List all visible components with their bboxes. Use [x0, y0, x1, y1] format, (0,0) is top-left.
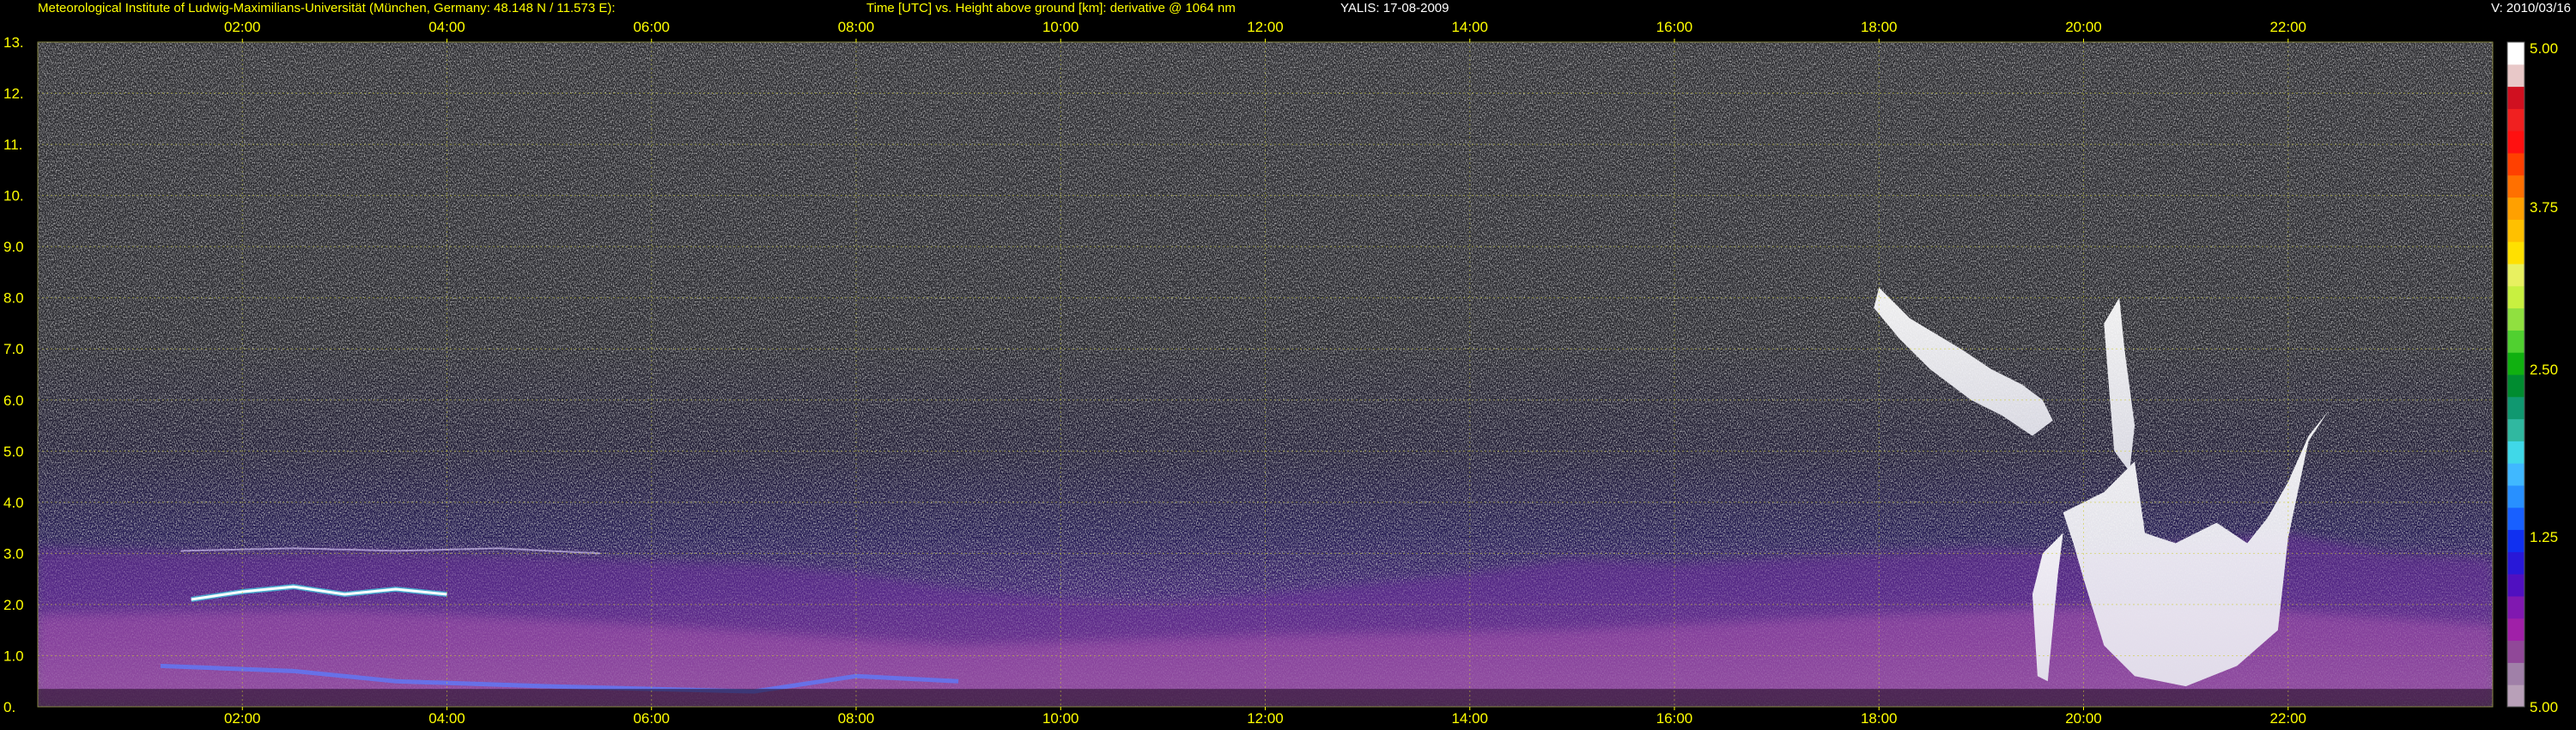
colorbar-segment: [2507, 307, 2524, 331]
colorbar-segment: [2507, 42, 2524, 65]
colorbar-segment: [2507, 108, 2524, 131]
y-tick-label: 5.0: [3, 443, 24, 459]
x-tick-label-top: 10:00: [1042, 19, 1079, 35]
y-tick-label: 10.: [3, 188, 24, 204]
x-tick-label-top: 18:00: [1861, 19, 1898, 35]
x-tick-label-bottom: 06:00: [633, 710, 670, 727]
x-tick-label-bottom: 02:00: [224, 710, 261, 727]
x-axis-bottom: 02:00 04:00 06:00 08:00 10:00 12:00 14:00 16:00…: [224, 707, 2306, 727]
colorbar-segment: [2507, 418, 2524, 441]
x-tick-label-bottom: 04:00: [428, 710, 465, 727]
y-tick-label: 8.0: [3, 290, 24, 307]
x-tick-label-top: 06:00: [633, 19, 670, 35]
colorbar-segment: [2507, 285, 2524, 309]
colorbar-tick-label: 2.50: [2530, 362, 2558, 378]
x-tick-label-top: 22:00: [2269, 19, 2306, 35]
y-tick-label: 4.0: [3, 495, 24, 511]
x-tick-label-top: 14:00: [1451, 19, 1488, 35]
y-axis: 0. 1.0 2.0 3.0 4.0 5.0 6.0 7.0 8.0 9.0 10. 11. 12. 13…: [3, 34, 24, 715]
x-tick-label-bottom: 08:00: [838, 710, 875, 727]
x-tick-label-top: 02:00: [224, 19, 261, 35]
colorbar-segment: [2507, 264, 2524, 287]
x-tick-label-bottom: 10:00: [1042, 710, 1079, 727]
colorbar-segment: [2507, 617, 2524, 642]
colorbar-segment: [2507, 640, 2524, 663]
colorbar-segment: [2507, 174, 2524, 198]
y-tick-label: 0.: [3, 699, 15, 715]
colorbar-segment: [2507, 684, 2524, 708]
y-tick-label: 2.0: [3, 597, 24, 613]
x-tick-label-top: 16:00: [1656, 19, 1693, 35]
x-tick-label-bottom: 14:00: [1451, 710, 1488, 727]
colorbar-segment: [2507, 551, 2524, 575]
x-tick-label-bottom: 22:00: [2269, 710, 2306, 727]
y-tick-label: 9.0: [3, 239, 24, 255]
colorbar-segment: [2507, 86, 2524, 109]
colorbar-segment: [2507, 396, 2524, 420]
y-tick-label: 7.0: [3, 341, 24, 357]
y-tick-label: 6.0: [3, 392, 24, 409]
colorbar-segment: [2507, 463, 2524, 486]
colorbar-tick-label: 5.00: [2530, 699, 2558, 715]
colorbar-segment: [2507, 596, 2524, 619]
colorbar-segment: [2507, 485, 2524, 508]
x-tick-label-top: 12:00: [1247, 19, 1284, 35]
colorbar-tick-label: 1.25: [2530, 529, 2558, 545]
x-tick-label-top: 04:00: [428, 19, 465, 35]
y-tick-label: 1.0: [3, 648, 24, 664]
y-tick-label: 11.: [3, 137, 22, 153]
x-axis-top: 02:00 04:00 06:00 08:00 10:00 12:00 14:00 16:00…: [224, 19, 2306, 42]
colorbar-segment: [2507, 374, 2524, 398]
x-tick-label-bottom: 20:00: [2065, 710, 2102, 727]
y-tick-label: 12.: [3, 86, 24, 102]
y-tick-label: 13.: [3, 34, 24, 51]
x-tick-label-top: 08:00: [838, 19, 875, 35]
colorbar-segment: [2507, 662, 2524, 685]
lidar-heatmap-chart: 02:00 04:00 06:00 08:00 10:00 12:00 14:00 16:00…: [3, 19, 2558, 727]
colorbar-segment: [2507, 219, 2524, 242]
y-tick-label: 3.0: [3, 545, 24, 562]
colorbar-segment: [2507, 197, 2524, 220]
colorbar-segment: [2507, 241, 2524, 265]
colorbar-tick-label: 3.75: [2530, 199, 2558, 216]
colorbar-segment: [2507, 330, 2524, 353]
colorbar-segment: [2507, 441, 2524, 464]
x-tick-label-bottom: 18:00: [1861, 710, 1898, 727]
colorbar-segment: [2507, 131, 2524, 154]
x-tick-label-top: 20:00: [2065, 19, 2102, 35]
x-tick-label-bottom: 16:00: [1656, 710, 1693, 727]
colorbar-tick-label: 5.00: [2530, 40, 2558, 57]
colorbar-segment: [2507, 64, 2524, 88]
colorbar-segment: [2507, 529, 2524, 552]
colorbar-segment: [2507, 574, 2524, 597]
x-tick-label-bottom: 12:00: [1247, 710, 1284, 727]
colorbar-segment: [2507, 153, 2524, 176]
colorbar-segment: [2507, 352, 2524, 375]
colorbar: 5.00 1.25 2.50 3.75 5.00: [2506, 40, 2558, 715]
colorbar-segment: [2507, 507, 2524, 531]
